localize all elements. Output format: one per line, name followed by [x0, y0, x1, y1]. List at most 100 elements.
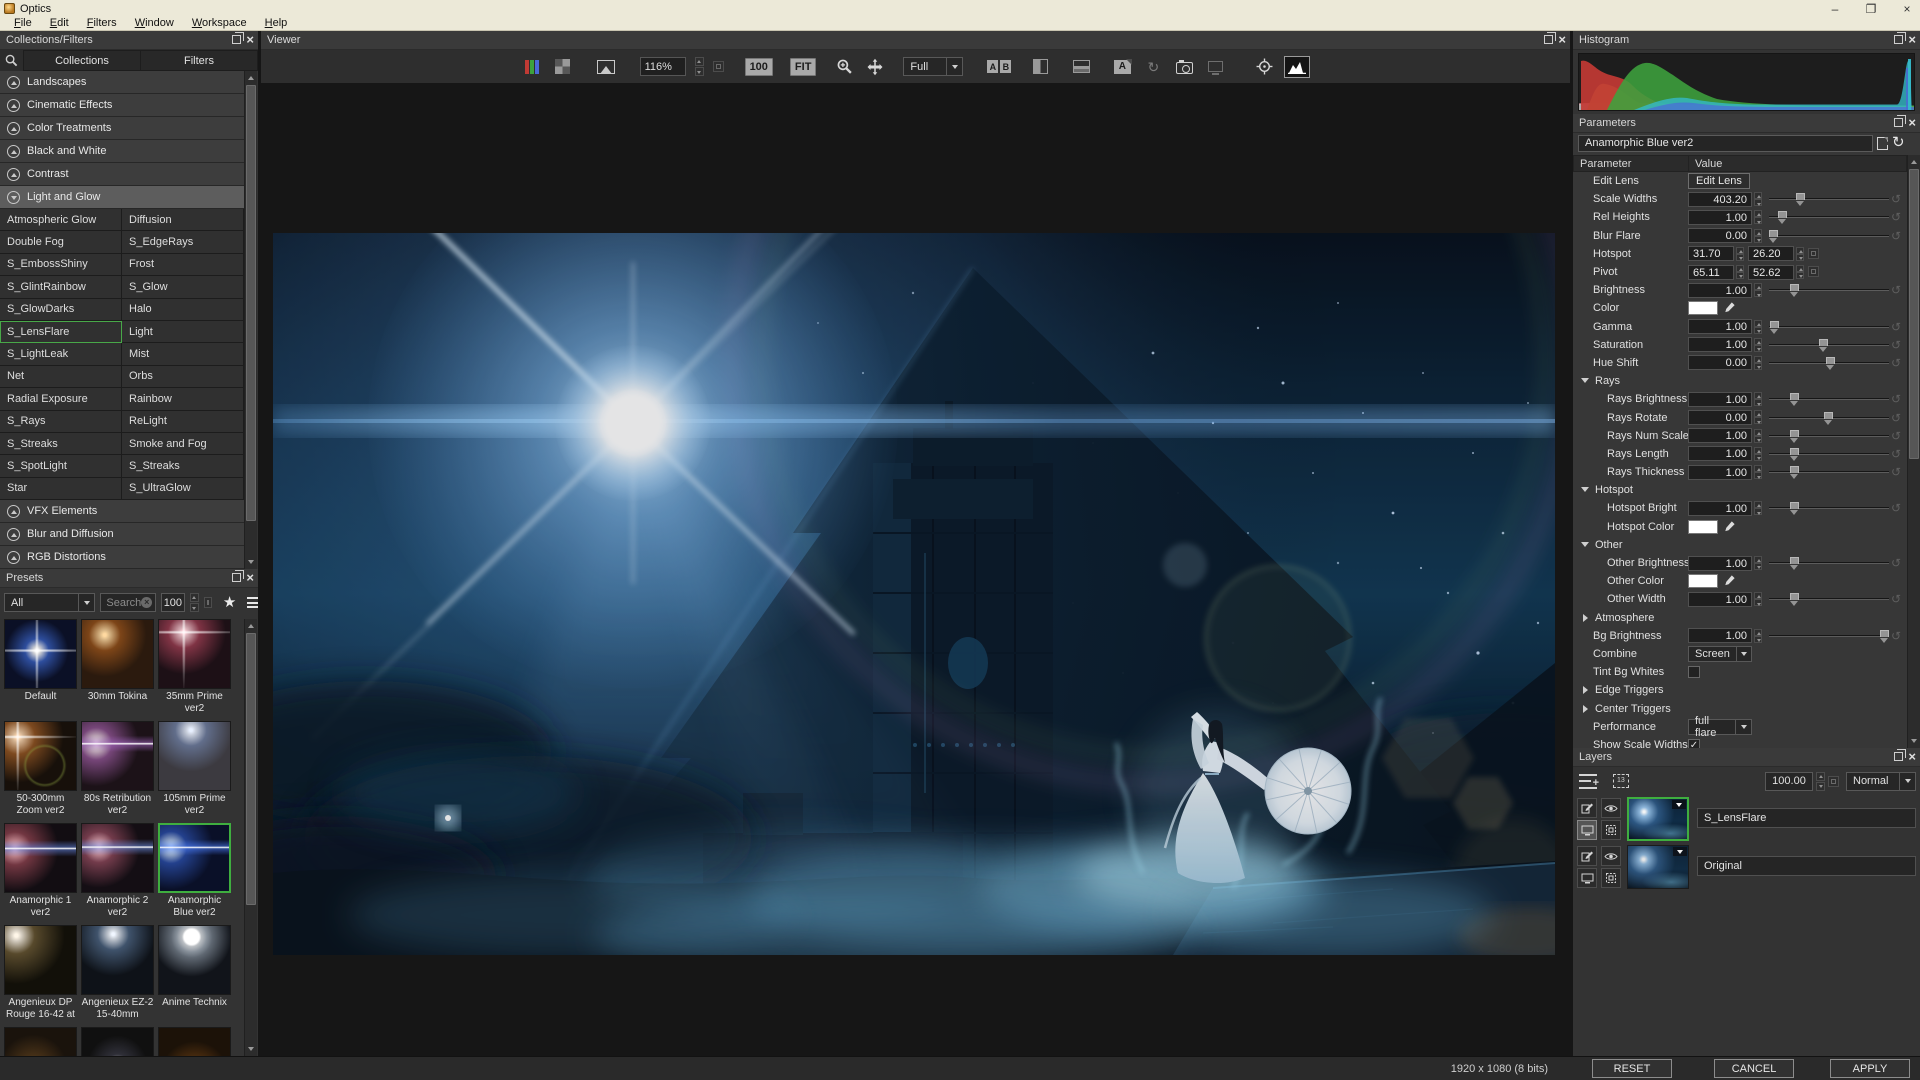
fit-button[interactable]: FIT: [790, 58, 817, 76]
slider-thumb[interactable]: [1790, 502, 1799, 509]
filter-s_spotlight[interactable]: S_SpotLight: [0, 455, 122, 477]
param-y-field[interactable]: 52.62: [1748, 265, 1794, 280]
spin-up-icon[interactable]: [1754, 283, 1762, 290]
section-expanded-icon[interactable]: [1581, 378, 1589, 386]
filter-relight[interactable]: ReLight: [122, 411, 244, 433]
reset-param-icon[interactable]: ↺: [1891, 412, 1901, 424]
filter-s_glintrainbow[interactable]: S_GlintRainbow: [0, 276, 122, 298]
spin-up-icon[interactable]: [1754, 465, 1762, 472]
param-value-field[interactable]: 1.00: [1688, 392, 1752, 407]
spin-up-icon[interactable]: [1754, 501, 1762, 508]
category-light-and-glow[interactable]: Light and Glow: [0, 186, 244, 209]
value-spinner[interactable]: [1754, 338, 1762, 352]
value-spinner[interactable]: [1754, 501, 1762, 515]
float-panel-icon[interactable]: [232, 573, 241, 582]
close-panel-icon[interactable]: ×: [246, 34, 254, 45]
reset-param-icon[interactable]: ↺: [1891, 502, 1901, 514]
preset-item[interactable]: Anamorphic Blue ver2: [158, 823, 231, 919]
eyedropper-icon[interactable]: [1723, 574, 1736, 590]
menu-filters[interactable]: Filters: [78, 17, 126, 30]
zoom-tool-icon[interactable]: [833, 57, 855, 77]
layer-visibility-icon[interactable]: [1601, 846, 1621, 866]
spin-down-icon[interactable]: [1754, 472, 1762, 479]
param-value-field[interactable]: 0.00: [1688, 355, 1752, 370]
value-spinner[interactable]: [1754, 229, 1762, 243]
filter-atmospheric-glow[interactable]: Atmospheric Glow: [0, 209, 122, 231]
value-spinner[interactable]: [1754, 320, 1762, 334]
param-slider[interactable]: [1769, 592, 1889, 606]
spin-down-icon[interactable]: [1754, 327, 1762, 334]
filter-s_embossshiny[interactable]: S_EmbossShiny: [0, 254, 122, 276]
blend-mode-dropdown[interactable]: Normal: [1846, 772, 1916, 791]
preset-category-dropdown[interactable]: All: [4, 593, 95, 612]
param-dropdown[interactable]: full flare: [1688, 719, 1752, 735]
tab-collections[interactable]: Collections: [24, 50, 141, 71]
menu-help[interactable]: Help: [256, 17, 297, 30]
value-spinner[interactable]: [1754, 429, 1762, 443]
value-spinner[interactable]: [1754, 392, 1762, 406]
scroll-up-arrow[interactable]: [1908, 156, 1920, 168]
section-collapsed-icon[interactable]: [1583, 705, 1591, 713]
close-panel-icon[interactable]: ×: [1908, 117, 1916, 128]
count-reset-button[interactable]: [204, 597, 212, 608]
category-color-treatments[interactable]: Color Treatments: [0, 117, 244, 140]
spin-up-icon[interactable]: [1754, 192, 1762, 199]
target-crosshair-icon[interactable]: [1253, 57, 1275, 77]
view-mode-dropdown[interactable]: Full: [903, 57, 963, 76]
spin-up-icon[interactable]: [190, 593, 199, 602]
section-expanded-icon[interactable]: [1581, 487, 1589, 495]
filter-s_edgerays[interactable]: S_EdgeRays: [122, 231, 244, 253]
close-panel-icon[interactable]: ×: [246, 572, 254, 583]
param-slider[interactable]: [1769, 283, 1889, 297]
param-slider[interactable]: [1769, 338, 1889, 352]
zoom-reset-button[interactable]: [713, 61, 724, 72]
count-spinner[interactable]: [190, 593, 199, 612]
spin-up-icon[interactable]: [1754, 556, 1762, 563]
slider-thumb[interactable]: [1790, 393, 1799, 400]
param-value-field[interactable]: 1.00: [1688, 428, 1752, 443]
slider-thumb[interactable]: [1819, 339, 1828, 346]
param-slider[interactable]: [1769, 356, 1889, 370]
collections-scrollbar[interactable]: [244, 71, 257, 569]
param-value-field[interactable]: 1.00: [1688, 319, 1752, 334]
spin-down-icon[interactable]: [1754, 599, 1762, 606]
param-checkbox[interactable]: ✓: [1688, 739, 1700, 748]
reset-param-icon[interactable]: ↺: [1891, 321, 1901, 333]
close-panel-icon[interactable]: ×: [1558, 34, 1566, 45]
slider-thumb[interactable]: [1790, 284, 1799, 291]
search-icon[interactable]: [0, 50, 24, 71]
slider-thumb[interactable]: [1769, 230, 1778, 237]
viewer-image[interactable]: [273, 233, 1555, 955]
color-swatch[interactable]: [1688, 574, 1718, 588]
spin-down-icon[interactable]: [1754, 217, 1762, 224]
slider-thumb[interactable]: [1778, 211, 1787, 218]
filter-s_lensflare[interactable]: S_LensFlare: [0, 321, 122, 343]
layer-row-original[interactable]: Original: [1575, 844, 1918, 890]
param-value-field[interactable]: 1.00: [1688, 628, 1752, 643]
reset-param-icon[interactable]: ↺: [1891, 430, 1901, 442]
param-slider[interactable]: [1769, 501, 1889, 515]
spin-down-icon[interactable]: [1796, 254, 1804, 261]
slider-thumb[interactable]: [1790, 430, 1799, 437]
spin-up-icon[interactable]: [1754, 320, 1762, 327]
filter-s_ultraglow[interactable]: S_UltraGlow: [122, 478, 244, 500]
preset-item[interactable]: 30mm Tokina: [81, 619, 154, 715]
preset-item[interactable]: Default: [4, 619, 77, 715]
param-value-field[interactable]: 1.00: [1688, 446, 1752, 461]
scroll-down-arrow[interactable]: [245, 1043, 257, 1055]
param-value-field[interactable]: 1.00: [1688, 210, 1752, 225]
scroll-down-arrow[interactable]: [245, 556, 257, 568]
minimize-button[interactable]: –: [1828, 2, 1842, 16]
param-value-field[interactable]: 1.00: [1688, 592, 1752, 607]
spin-down-icon[interactable]: [1754, 363, 1762, 370]
list-view-icon[interactable]: [247, 597, 258, 608]
slider-thumb[interactable]: [1880, 630, 1889, 637]
filter-mist[interactable]: Mist: [122, 343, 244, 365]
reset-button[interactable]: RESET: [1592, 1059, 1672, 1078]
preset-item[interactable]: 50-300mm Zoom ver2: [4, 721, 77, 817]
filter-radial-exposure[interactable]: Radial Exposure: [0, 388, 122, 410]
clear-search-icon[interactable]: ×: [141, 597, 152, 608]
param-y-field[interactable]: 26.20: [1748, 246, 1794, 261]
value-spinner[interactable]: [1754, 592, 1762, 606]
param-slider[interactable]: [1769, 465, 1889, 479]
